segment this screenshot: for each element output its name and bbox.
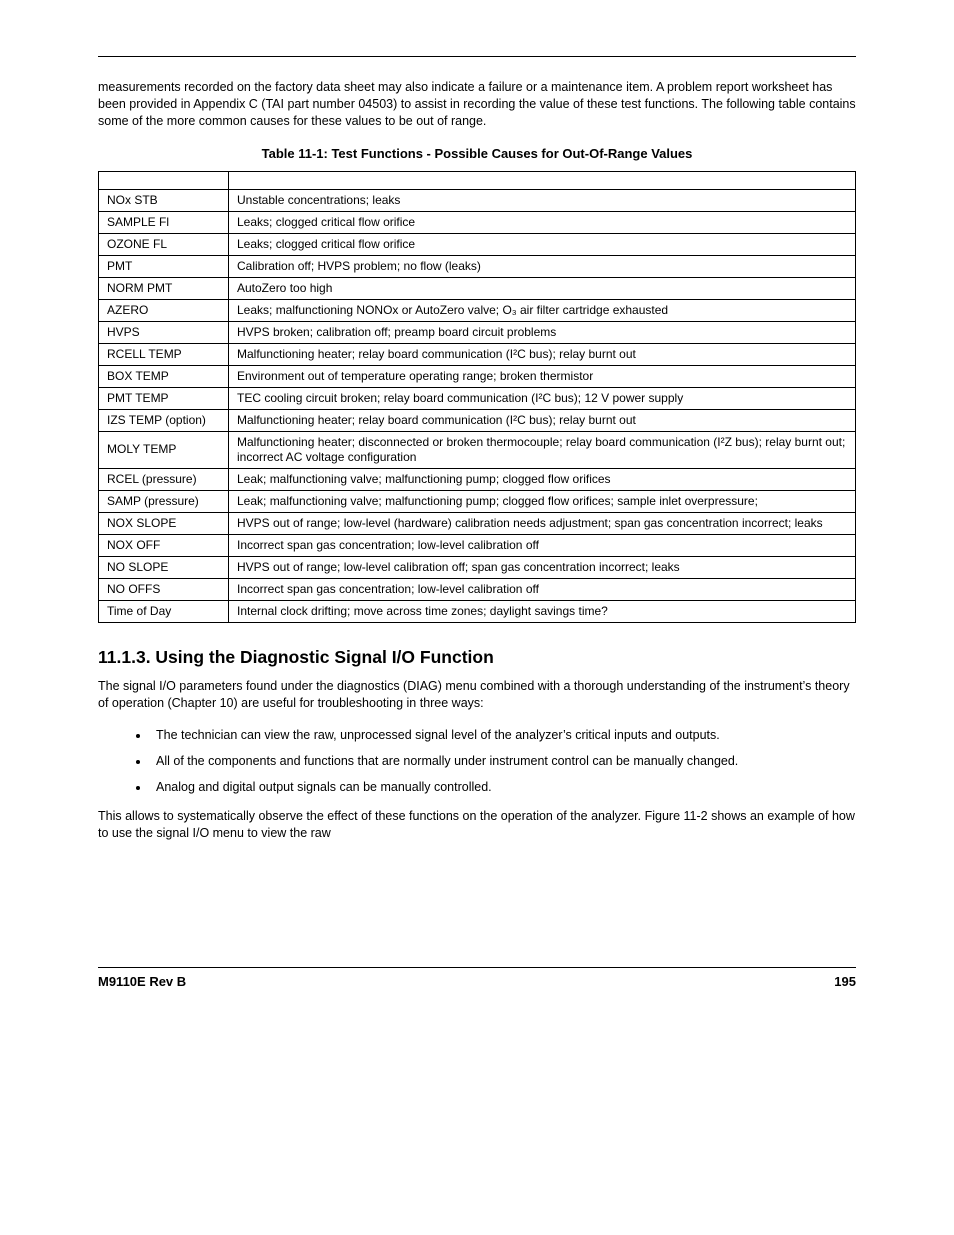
row-name: RCELL TEMP: [99, 343, 229, 365]
table-row: NOx STBUnstable concentrations; leaks: [99, 189, 856, 211]
list-item: The technician can view the raw, unproce…: [150, 727, 856, 744]
row-cause: HVPS out of range; low-level calibration…: [229, 556, 856, 578]
table-row: NOX SLOPEHVPS out of range; low-level (h…: [99, 512, 856, 534]
footer-doc-id: M9110E Rev B: [98, 974, 186, 989]
row-cause: TEC cooling circuit broken; relay board …: [229, 387, 856, 409]
table-row: NORM PMTAutoZero too high: [99, 277, 856, 299]
row-cause: Calibration off; HVPS problem; no flow (…: [229, 255, 856, 277]
page-footer: M9110E Rev B 195: [98, 967, 856, 989]
list-item: All of the components and functions that…: [150, 753, 856, 770]
row-cause: Unstable concentrations; leaks: [229, 189, 856, 211]
table-caption: Table 11-1: Test Functions - Possible Ca…: [98, 146, 856, 161]
row-cause: Environment out of temperature operating…: [229, 365, 856, 387]
row-name: SAMPLE Fl: [99, 211, 229, 233]
row-cause: Leaks; malfunctioning NONOx or AutoZero …: [229, 299, 856, 321]
row-name: BOX TEMP: [99, 365, 229, 387]
row-cause: Leak; malfunctioning valve; malfunctioni…: [229, 468, 856, 490]
row-name: IZS TEMP (option): [99, 409, 229, 431]
table-row: PMTCalibration off; HVPS problem; no flo…: [99, 255, 856, 277]
row-name: RCEL (pressure): [99, 468, 229, 490]
table-row: OZONE FLLeaks; clogged critical flow ori…: [99, 233, 856, 255]
row-cause: Incorrect span gas concentration; low-le…: [229, 534, 856, 556]
row-cause: Leaks; clogged critical flow orifice: [229, 233, 856, 255]
table-row: NOX OFFIncorrect span gas concentration;…: [99, 534, 856, 556]
table-row: BOX TEMPEnvironment out of temperature o…: [99, 365, 856, 387]
diagnostic-intro-paragraph: The signal I/O parameters found under th…: [98, 678, 856, 712]
table-row: SAMPLE FlLeaks; clogged critical flow or…: [99, 211, 856, 233]
table-row: SAMP (pressure)Leak; malfunctioning valv…: [99, 490, 856, 512]
row-cause: Incorrect span gas concentration; low-le…: [229, 578, 856, 600]
table-row: RCELL TEMPMalfunctioning heater; relay b…: [99, 343, 856, 365]
header-cell-name: [99, 171, 229, 189]
row-name: OZONE FL: [99, 233, 229, 255]
row-name: PMT TEMP: [99, 387, 229, 409]
row-cause: Internal clock drifting; move across tim…: [229, 600, 856, 622]
row-cause: HVPS broken; calibration off; preamp boa…: [229, 321, 856, 343]
row-name: PMT: [99, 255, 229, 277]
section-heading: 11.1.3. Using the Diagnostic Signal I/O …: [98, 647, 856, 668]
manual-page: measurements recorded on the factory dat…: [0, 0, 954, 1235]
row-name: NOX OFF: [99, 534, 229, 556]
row-name: Time of Day: [99, 600, 229, 622]
row-cause: Leak; malfunctioning valve; malfunctioni…: [229, 490, 856, 512]
table-row: RCEL (pressure)Leak; malfunctioning valv…: [99, 468, 856, 490]
intro-paragraph: measurements recorded on the factory dat…: [98, 79, 856, 130]
row-cause: AutoZero too high: [229, 277, 856, 299]
table-row: NO OFFSIncorrect span gas concentration;…: [99, 578, 856, 600]
row-name: NOx STB: [99, 189, 229, 211]
row-cause: HVPS out of range; low-level (hardware) …: [229, 512, 856, 534]
row-name: NO SLOPE: [99, 556, 229, 578]
table-row: NO SLOPEHVPS out of range; low-level cal…: [99, 556, 856, 578]
row-name: SAMP (pressure): [99, 490, 229, 512]
row-name: AZERO: [99, 299, 229, 321]
table-row: AZEROLeaks; malfunctioning NONOx or Auto…: [99, 299, 856, 321]
row-name: MOLY TEMP: [99, 431, 229, 468]
test-functions-table: NOx STBUnstable concentrations; leaks SA…: [98, 171, 856, 623]
table-row: PMT TEMPTEC cooling circuit broken; rela…: [99, 387, 856, 409]
footer-page-number: 195: [834, 974, 856, 989]
table-row: Time of DayInternal clock drifting; move…: [99, 600, 856, 622]
row-name: HVPS: [99, 321, 229, 343]
row-cause: Malfunctioning heater; disconnected or b…: [229, 431, 856, 468]
header-cell-cause: [229, 171, 856, 189]
row-name: NOX SLOPE: [99, 512, 229, 534]
row-name: NO OFFS: [99, 578, 229, 600]
list-item: Analog and digital output signals can be…: [150, 779, 856, 796]
table-row: MOLY TEMPMalfunctioning heater; disconne…: [99, 431, 856, 468]
row-cause: Leaks; clogged critical flow orifice: [229, 211, 856, 233]
header-rule: [98, 56, 856, 57]
diagnostic-bullet-list: The technician can view the raw, unproce…: [98, 727, 856, 796]
table-row: IZS TEMP (option)Malfunctioning heater; …: [99, 409, 856, 431]
row-name: NORM PMT: [99, 277, 229, 299]
closing-paragraph: This allows to systematically observe th…: [98, 808, 856, 842]
row-cause: Malfunctioning heater; relay board commu…: [229, 409, 856, 431]
table-header-row: [99, 171, 856, 189]
table-row: HVPSHVPS broken; calibration off; preamp…: [99, 321, 856, 343]
row-cause: Malfunctioning heater; relay board commu…: [229, 343, 856, 365]
